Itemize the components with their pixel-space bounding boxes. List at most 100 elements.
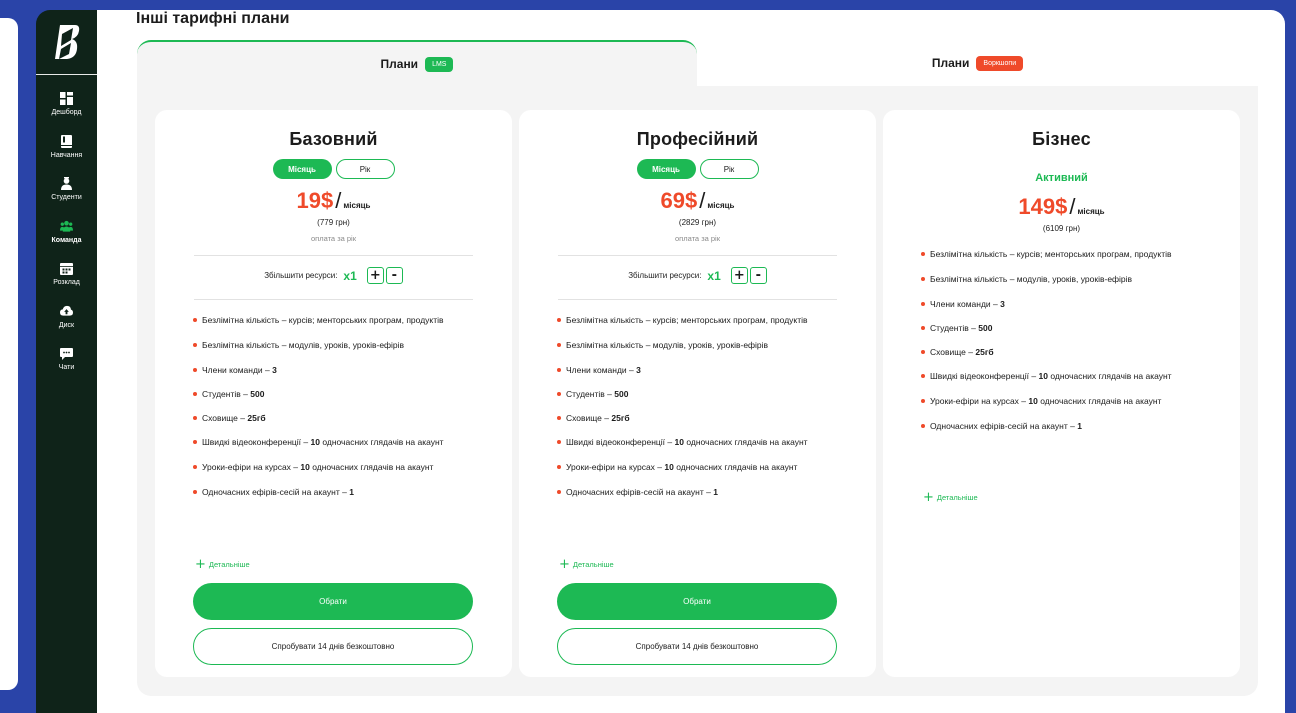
resources-plus-button[interactable]: + <box>730 267 748 284</box>
main-content: Інші тарифні плани Плани LMS Плани Воркш… <box>97 10 1285 713</box>
plan-price: 69$ <box>660 188 698 213</box>
cloud-icon <box>60 305 73 318</box>
details-link[interactable]: + Детальніше <box>195 558 250 571</box>
free-trial-button[interactable]: Спробувати 14 днів безкоштовно <box>193 628 473 665</box>
feature-item: Швидкі відеоконференції – 10 одночасних … <box>193 437 483 448</box>
resources-control: Збільшити ресурси: x1 + - <box>155 267 512 284</box>
feature-item: Безлімітна кількість – модулів, уроків, … <box>193 340 483 351</box>
details-label: Детальніше <box>572 560 614 569</box>
plan-title: Базовний <box>289 129 378 149</box>
free-trial-button[interactable]: Спробувати 14 днів безкоштовно <box>557 628 837 665</box>
page-title: Інші тарифні плани <box>136 10 290 27</box>
period-toggle: Місяць Рік <box>519 159 876 179</box>
feature-item: Сховище – 25гб <box>557 413 847 424</box>
resources-multiplier: x1 <box>343 268 357 283</box>
plan-tabs: Плани LMS Плани Воркшопи <box>137 40 1258 86</box>
divider <box>194 255 473 256</box>
details-label: Детальніше <box>936 493 978 502</box>
tab-badge-lms: LMS <box>425 56 454 72</box>
plan-card-basic: Базовний Місяць Рік 19$ / місяць (779 гр… <box>155 110 512 677</box>
resources-minus-button[interactable]: - <box>385 267 403 284</box>
sidebar-item-label: Чати <box>58 364 75 371</box>
details-link[interactable]: + Детальніше <box>923 491 978 504</box>
logo-icon[interactable] <box>53 22 81 62</box>
sidebar-item-dashboard[interactable]: Дешборд <box>36 92 97 135</box>
details-link[interactable]: + Детальніше <box>559 558 614 571</box>
resources-plus-button[interactable]: + <box>366 267 384 284</box>
sidebar-item-label: Команда <box>51 236 82 244</box>
tab-label: Плани <box>380 57 419 71</box>
period-year-button[interactable]: Рік <box>335 159 395 179</box>
sidebar-item-label: Розклад <box>53 279 80 286</box>
tab-label: Плани <box>931 56 970 70</box>
feature-item: Безлімітна кількість – курсів; менторськ… <box>193 315 483 326</box>
calendar-icon <box>60 262 73 275</box>
resources-multiplier: x1 <box>707 268 721 283</box>
price-uah: (6109 грн) <box>1042 224 1081 233</box>
book-icon <box>60 134 73 148</box>
sidebar-item-team[interactable]: Команда <box>36 220 97 263</box>
choose-plan-button[interactable]: Обрати <box>193 583 473 620</box>
sidebar-item-learning[interactable]: Навчання <box>36 134 97 178</box>
student-icon <box>60 177 73 190</box>
sidebar-item-disk[interactable]: Диск <box>36 305 97 348</box>
feature-item: Члени команди – 3 <box>193 365 483 376</box>
price-uah: (779 грн) <box>317 218 350 227</box>
feature-item: Члени команди – 3 <box>921 299 1211 310</box>
price-slash: / <box>335 188 342 213</box>
price-row: 149$ / місяць <box>883 194 1240 220</box>
plus-icon: + <box>923 490 934 505</box>
price-row: 19$ / місяць <box>155 188 512 214</box>
feature-list: Безлімітна кількість – курсів; менторськ… <box>921 249 1211 432</box>
chat-icon <box>60 347 73 360</box>
period-toggle: Місяць Рік <box>155 159 512 179</box>
billing-note: оплата за рік <box>674 234 721 243</box>
resources-minus-button[interactable]: - <box>749 267 767 284</box>
price-slash: / <box>699 188 706 213</box>
feature-item: Сховище – 25гб <box>193 413 483 424</box>
resources-label: Збільшити ресурси: <box>628 271 702 280</box>
feature-item: Уроки-ефіри на курсах – 10 одночасних гл… <box>557 462 847 473</box>
team-icon <box>60 220 73 233</box>
background-window-edge <box>0 18 18 690</box>
divider <box>558 255 837 256</box>
period-month-button[interactable]: Місяць <box>636 159 696 179</box>
sidebar-nav: Дешборд Навчання Студенти Команда Розкла… <box>36 92 97 390</box>
divider <box>194 299 473 300</box>
feature-item: Студентів – 500 <box>921 323 1211 334</box>
plan-price: 19$ <box>296 188 334 213</box>
sidebar-item-label: Навчання <box>50 151 83 159</box>
dashboard-icon <box>60 92 73 105</box>
sidebar-divider <box>36 74 97 75</box>
sidebar-item-students[interactable]: Студенти <box>36 177 97 220</box>
feature-list: Безлімітна кількість – курсів; менторськ… <box>193 315 483 498</box>
feature-item: Швидкі відеоконференції – 10 одночасних … <box>557 437 847 448</box>
tab-workshops[interactable]: Плани Воркшопи <box>697 40 1258 86</box>
sidebar-item-schedule[interactable]: Розклад <box>36 262 97 305</box>
price-period: місяць <box>1077 207 1105 216</box>
feature-item: Студентів – 500 <box>193 389 483 400</box>
plus-icon: + <box>195 557 206 572</box>
sidebar-item-label: Дешборд <box>51 109 82 116</box>
feature-item: Сховище – 25гб <box>921 347 1211 358</box>
period-year-button[interactable]: Рік <box>699 159 759 179</box>
plan-title: Професійний <box>636 129 759 149</box>
sidebar-item-label: Студенти <box>51 194 82 201</box>
feature-item: Одночасних ефірів-сесій на акаунт – 1 <box>557 487 847 498</box>
plus-icon: + <box>559 557 570 572</box>
details-label: Детальніше <box>208 560 250 569</box>
feature-item: Уроки-ефіри на курсах – 10 одночасних гл… <box>921 396 1211 407</box>
tab-lms[interactable]: Плани LMS <box>137 40 697 86</box>
feature-item: Безлімітна кількість – модулів, уроків, … <box>921 274 1211 285</box>
choose-plan-button[interactable]: Обрати <box>557 583 837 620</box>
feature-item: Уроки-ефіри на курсах – 10 одночасних гл… <box>193 462 483 473</box>
sidebar-item-label: Диск <box>58 321 75 329</box>
feature-item: Швидкі відеоконференції – 10 одночасних … <box>921 371 1211 382</box>
resources-control: Збільшити ресурси: x1 + - <box>519 267 876 284</box>
period-month-button[interactable]: Місяць <box>272 159 332 179</box>
plan-price: 149$ <box>1018 194 1068 219</box>
sidebar-item-chats[interactable]: Чати <box>36 347 97 390</box>
price-uah: (2829 грн) <box>678 218 717 227</box>
price-period: місяць <box>343 201 371 210</box>
plan-status-active: Активний <box>1035 172 1088 184</box>
